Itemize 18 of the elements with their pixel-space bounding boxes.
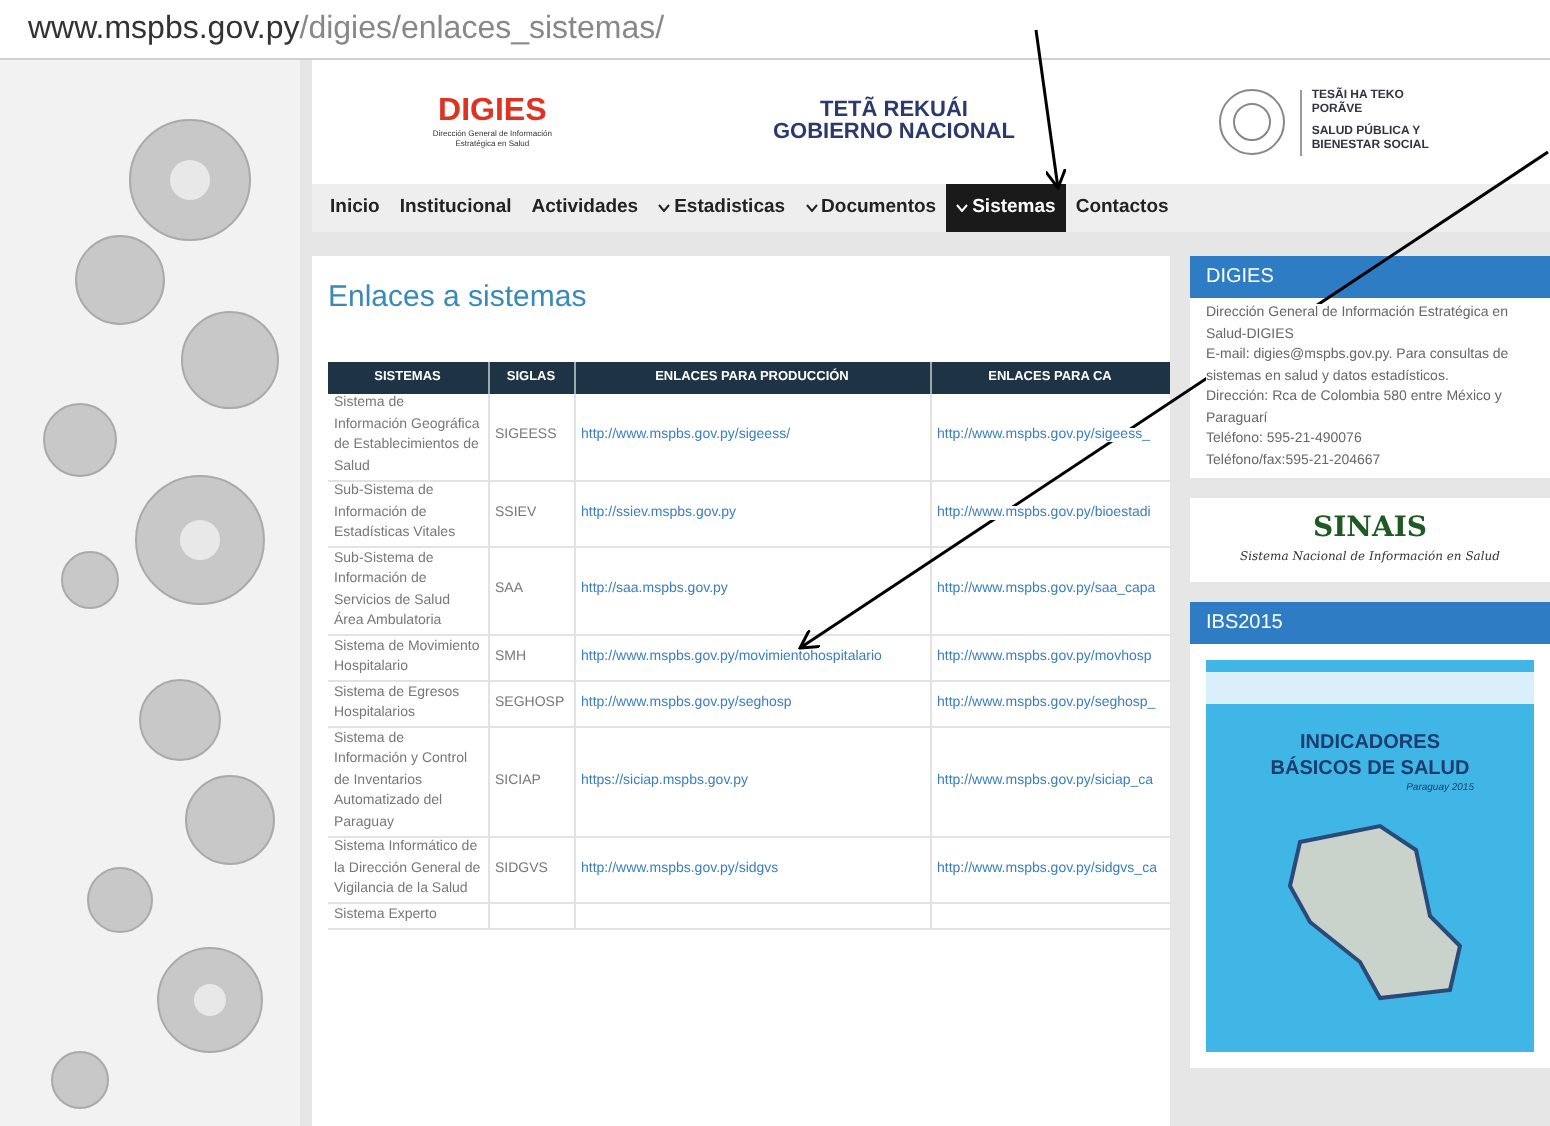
cover-title: INDICADORES [1299,732,1440,756]
nav-menu-item[interactable]: Sistemas [946,184,1066,232]
caret-icon [805,204,818,212]
banner-title: SINAIS [1313,514,1427,542]
panel-title: DIGIES [1190,256,1550,298]
cover-title: BÁSICOS DE SALUD [1270,757,1470,782]
nav-menu-item[interactable]: Inicio [320,184,390,232]
nav-menu-item[interactable]: Documentos [795,184,947,232]
nav-menu-item[interactable]: Estadisticas [648,184,796,232]
panel-title: IBS2015 [1190,602,1550,644]
government-logo: TETÃ REKUÁI GOBIERNO NACIONAL [772,100,1015,144]
nav-menu-item[interactable]: Actividades [521,184,649,232]
page-title: Enlaces a sistemas [328,278,589,318]
address-bar-url[interactable]: www.mspbs.gov.py/digies/enlaces_sistemas/ [28,5,665,53]
caret-icon [658,204,671,212]
caret-icon [956,204,969,212]
nav-menu-item[interactable]: Contactos [1065,184,1179,232]
nav-menu-item[interactable]: Institucional [389,184,522,232]
